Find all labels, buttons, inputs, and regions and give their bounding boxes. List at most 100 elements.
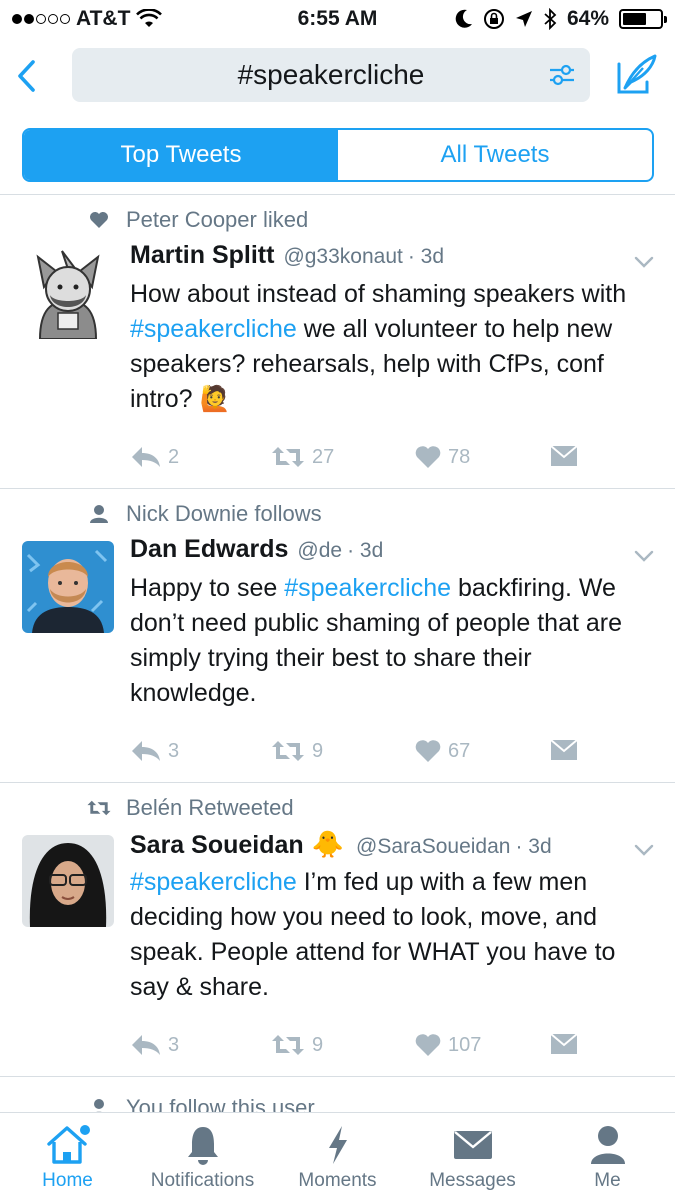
author-handle: @SaraSoueidan — [356, 835, 511, 858]
lightning-icon — [325, 1124, 351, 1166]
compose-tweet-button[interactable] — [615, 52, 659, 96]
social-context: Peter Cooper liked — [86, 207, 308, 233]
direct-message-button[interactable] — [550, 739, 578, 761]
tweet-time: · 3d — [347, 539, 384, 562]
bluetooth-icon — [544, 8, 557, 30]
tweet-text: How about instead of shaming speakers wi… — [130, 277, 660, 417]
back-button[interactable] — [8, 54, 44, 98]
retweet-icon — [272, 1035, 304, 1055]
retweet-button[interactable]: 9 — [270, 739, 323, 763]
search-nav-bar: #speakercliche — [0, 38, 675, 116]
tweet-card-partial[interactable]: You follow this user — [0, 1077, 675, 1112]
tab-moments[interactable]: Moments — [270, 1113, 405, 1200]
status-right: 64% — [455, 7, 667, 31]
tweet-time: · 3d — [515, 835, 552, 858]
battery-percent: 64% — [566, 7, 609, 30]
avatar[interactable] — [22, 835, 114, 927]
chevron-down-icon[interactable] — [633, 251, 655, 273]
chevron-down-icon[interactable] — [633, 545, 655, 567]
reply-icon — [132, 447, 160, 467]
location-icon — [515, 11, 532, 27]
like-button[interactable]: 78 — [414, 445, 470, 469]
battery-level — [623, 13, 647, 25]
direct-message-button[interactable] — [550, 445, 578, 467]
social-context-label: Nick Downie follows — [126, 501, 322, 526]
hashtag-link[interactable]: #speakercliche — [284, 574, 451, 602]
compose-quill-icon — [617, 54, 657, 94]
tweet-text: #speakercliche I’m fed up with a few men… — [130, 865, 660, 1005]
tweet-header: Dan Edwards @de · 3d — [130, 535, 383, 564]
envelope-icon — [550, 739, 578, 760]
retweet-count: 27 — [312, 445, 335, 468]
reply-button[interactable]: 3 — [130, 739, 179, 763]
retweet-icon — [272, 447, 304, 467]
tab-home[interactable]: Home — [0, 1113, 135, 1200]
tweet-filter-segmented-control: Top Tweets All Tweets — [22, 128, 654, 182]
do-not-disturb-icon — [455, 9, 472, 28]
tab-label: Messages — [429, 1170, 516, 1191]
tab-label: Me — [594, 1170, 621, 1191]
social-context-label: You follow this user — [126, 1095, 315, 1112]
reply-count: 3 — [168, 739, 180, 762]
chevron-left-icon — [18, 60, 35, 92]
filter-icon[interactable] — [548, 62, 576, 88]
retweet-button[interactable]: 9 — [270, 1033, 323, 1057]
tweet-feed[interactable]: Peter Cooper liked Martin Splitt @g33kon… — [0, 195, 675, 1112]
social-context-label: Peter Cooper liked — [126, 207, 309, 232]
author-handle: @de — [297, 539, 343, 562]
tab-messages[interactable]: Messages — [405, 1113, 540, 1200]
tab-label: Notifications — [150, 1170, 255, 1191]
avatar[interactable] — [22, 247, 114, 339]
retweet-count: 9 — [312, 739, 324, 762]
author-name[interactable]: Martin Splitt — [130, 241, 274, 270]
tab-me[interactable]: Me — [540, 1113, 675, 1200]
search-input[interactable]: #speakercliche — [72, 48, 590, 102]
reply-button[interactable]: 3 — [130, 1033, 179, 1057]
tweet-card[interactable]: Nick Downie follows Dan Edwards @de · 3d… — [0, 489, 675, 783]
tab-top-tweets[interactable]: Top Tweets — [24, 130, 338, 180]
direct-message-button[interactable] — [550, 1033, 578, 1055]
envelope-icon — [550, 1033, 578, 1054]
author-name[interactable]: Sara Soueidan — [130, 831, 304, 860]
tweet-header: Sara Soueidan 🐥 @SaraSoueidan · 3d — [130, 829, 552, 860]
social-context-label: Belén Retweeted — [126, 795, 294, 820]
like-count: 78 — [448, 445, 471, 468]
hashtag-link[interactable]: #speakercliche — [130, 868, 297, 896]
social-context: Belén Retweeted — [86, 795, 294, 821]
battery-icon — [619, 9, 667, 29]
like-button[interactable]: 67 — [414, 739, 470, 763]
like-count: 107 — [448, 1033, 482, 1056]
reply-count: 2 — [168, 445, 180, 468]
envelope-icon — [550, 445, 578, 466]
tab-notifications[interactable]: Notifications — [135, 1113, 270, 1200]
avatar[interactable] — [22, 541, 114, 633]
reply-count: 3 — [168, 1033, 180, 1056]
envelope-icon — [453, 1124, 493, 1166]
tweet-card[interactable]: Peter Cooper liked Martin Splitt @g33kon… — [0, 195, 675, 489]
reply-icon — [132, 1035, 160, 1055]
reply-icon — [132, 741, 160, 761]
tweet-actions: 3 9 107 — [130, 1033, 590, 1063]
tweet-time: · 3d — [407, 245, 445, 268]
status-bar: AT&T 6:55 AM 64% — [0, 0, 675, 38]
home-icon — [45, 1124, 91, 1166]
author-name-emoji: 🐥 — [311, 829, 345, 859]
hashtag-link[interactable]: #speakercliche — [130, 315, 297, 343]
chevron-down-icon[interactable] — [633, 839, 655, 861]
tab-all-tweets[interactable]: All Tweets — [338, 130, 652, 180]
like-button[interactable]: 107 — [414, 1033, 481, 1057]
heart-icon — [86, 207, 112, 233]
tweet-actions: 3 9 67 — [130, 739, 590, 769]
reply-button[interactable]: 2 — [130, 445, 179, 469]
retweet-button[interactable]: 27 — [270, 445, 334, 469]
social-context: Nick Downie follows — [86, 501, 322, 527]
author-name[interactable]: Dan Edwards — [130, 535, 288, 564]
tweet-card[interactable]: Belén Retweeted Sara Soueidan 🐥 @SaraSou… — [0, 783, 675, 1077]
tweet-header: Martin Splitt @g33konaut · 3d — [130, 241, 444, 270]
search-query: #speakercliche — [237, 59, 425, 90]
tweet-text-part: Happy to see — [130, 574, 285, 602]
like-count: 67 — [448, 739, 471, 762]
retweet-icon — [272, 741, 304, 761]
person-icon — [589, 1124, 627, 1166]
tab-label: Home — [42, 1170, 93, 1191]
